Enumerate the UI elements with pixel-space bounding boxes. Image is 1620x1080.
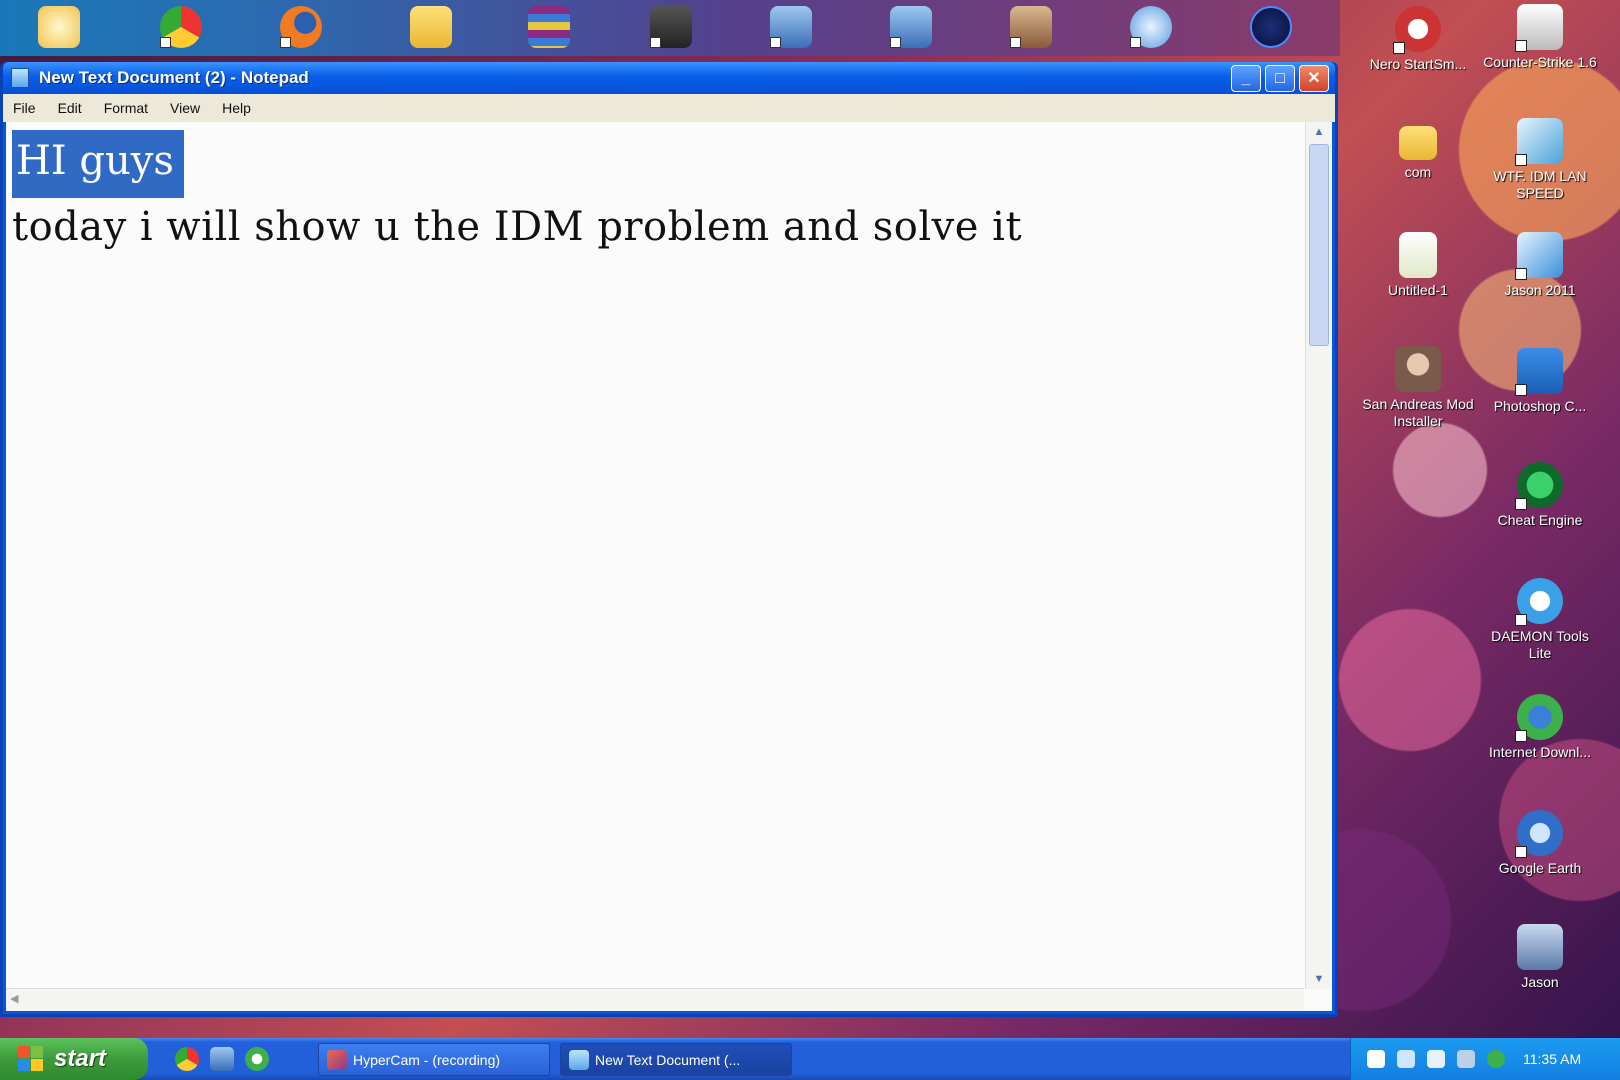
video-icon bbox=[1515, 232, 1563, 280]
half-life-icon[interactable] bbox=[1250, 6, 1292, 48]
desktop-icon-idm-lan-speed[interactable]: WTF. IDM LAN SPEED bbox=[1480, 118, 1600, 202]
start-label: start bbox=[54, 1045, 107, 1072]
system-tray: 11:35 AM bbox=[1350, 1038, 1620, 1080]
minimize-icon: _ bbox=[1241, 69, 1251, 87]
menu-format[interactable]: Format bbox=[104, 100, 148, 116]
desktop-icon-label: DAEMON Tools Lite bbox=[1491, 628, 1589, 661]
desktop-icon-jason[interactable]: Jason bbox=[1480, 924, 1600, 991]
top-launch-bar bbox=[0, 0, 1340, 56]
daemon-tools-icon bbox=[1515, 578, 1563, 626]
google-earth-icon bbox=[1515, 810, 1563, 858]
notepad-icon bbox=[569, 1050, 589, 1070]
nero-icon bbox=[1393, 6, 1441, 54]
menu-file[interactable]: File bbox=[13, 100, 36, 116]
help-icon[interactable] bbox=[1367, 1050, 1385, 1068]
selected-text: HI guys bbox=[12, 130, 184, 198]
desktop-icon-label: WTF. IDM LAN SPEED bbox=[1493, 168, 1587, 201]
photo-icon bbox=[1517, 924, 1563, 970]
menu-view[interactable]: View bbox=[170, 100, 200, 116]
title-bar[interactable]: New Text Document (2) - Notepad _ □ ✕ bbox=[3, 62, 1335, 94]
cheat-engine-icon bbox=[1515, 462, 1563, 510]
desktop-icon-counter-strike[interactable]: Counter-Strike 1.6 bbox=[1480, 4, 1600, 71]
menu-help[interactable]: Help bbox=[222, 100, 251, 116]
person-icon bbox=[1395, 346, 1441, 392]
window-title: New Text Document (2) - Notepad bbox=[39, 68, 309, 87]
desktop-icon-google-earth[interactable]: Google Earth bbox=[1480, 810, 1600, 877]
notepad-window: New Text Document (2) - Notepad _ □ ✕ Fi… bbox=[0, 62, 1338, 1017]
minimize-button[interactable]: _ bbox=[1231, 65, 1261, 92]
scroll-left-icon[interactable]: ◀ bbox=[10, 992, 18, 1005]
task-label: New Text Document (... bbox=[595, 1051, 741, 1068]
desktop-icon-label: Untitled-1 bbox=[1388, 282, 1448, 298]
desktop-icon-label: Counter-Strike 1.6 bbox=[1483, 54, 1597, 70]
horizontal-scrollbar[interactable]: ◀ bbox=[6, 988, 1304, 1011]
scroll-up-icon[interactable]: ▲ bbox=[1306, 122, 1332, 142]
scroll-thumb[interactable] bbox=[1309, 144, 1329, 346]
start-button[interactable]: start bbox=[0, 1038, 148, 1080]
volume-icon[interactable] bbox=[1427, 1050, 1445, 1068]
utorrent-icon[interactable] bbox=[245, 1047, 269, 1071]
desktop-icon-label: Jason bbox=[1521, 974, 1559, 990]
text-area[interactable]: HI guys today i will show u the IDM prob… bbox=[6, 122, 1304, 989]
folder-icon[interactable] bbox=[410, 6, 452, 48]
idm-icon bbox=[1515, 694, 1563, 742]
media-icon[interactable] bbox=[650, 6, 692, 48]
hypercam-icon bbox=[327, 1050, 347, 1070]
people-icon[interactable] bbox=[890, 6, 932, 48]
windows-logo-icon bbox=[18, 1046, 44, 1072]
desktop-icon-label: Photoshop C... bbox=[1493, 398, 1587, 414]
desktop-icon-label: Cheat Engine bbox=[1497, 512, 1583, 528]
text-editor[interactable]: HI guys today i will show u the IDM prob… bbox=[6, 122, 1332, 1011]
desktop-icon[interactable] bbox=[210, 1047, 234, 1071]
chrome-icon[interactable] bbox=[160, 6, 202, 48]
utorrent-tray-icon[interactable] bbox=[1487, 1050, 1505, 1068]
idm-speed-icon bbox=[1515, 118, 1563, 166]
desktop-icon-label: Jason 2011 bbox=[1504, 282, 1576, 298]
close-icon: ✕ bbox=[1307, 69, 1321, 87]
task-notepad[interactable]: New Text Document (... bbox=[560, 1043, 792, 1076]
desktop-icon-label: San Andreas Mod Installer bbox=[1362, 396, 1474, 429]
menu-bar: File Edit Format View Help bbox=[3, 94, 1335, 122]
taskbar: start HyperCam - (recording) New Text Do… bbox=[0, 1038, 1620, 1080]
globe-icon[interactable] bbox=[1130, 6, 1172, 48]
text-line: today i will show u the IDM problem and … bbox=[12, 204, 1023, 250]
close-button[interactable]: ✕ bbox=[1299, 65, 1329, 92]
desktop-icon-label: com bbox=[1404, 164, 1432, 180]
desktop-icon-nero[interactable]: Nero StartSm... bbox=[1358, 6, 1478, 73]
desktop-icon-label: Google Earth bbox=[1498, 860, 1582, 876]
desktop-icon-untitled[interactable]: Untitled-1 bbox=[1358, 232, 1478, 299]
folder-icon bbox=[1399, 126, 1437, 160]
task-label: HyperCam - (recording) bbox=[353, 1051, 501, 1068]
vertical-scrollbar[interactable]: ▲ ▼ bbox=[1305, 122, 1332, 989]
winrar-icon[interactable] bbox=[528, 6, 570, 48]
scroll-down-icon[interactable]: ▼ bbox=[1306, 969, 1332, 989]
photoshop-icon bbox=[1515, 348, 1563, 396]
chrome-icon[interactable] bbox=[175, 1047, 199, 1071]
desktop-icon-com[interactable]: com bbox=[1358, 120, 1478, 181]
people-icon[interactable] bbox=[770, 6, 812, 48]
desktop-icon-label: Nero StartSm... bbox=[1369, 56, 1467, 72]
maximize-button[interactable]: □ bbox=[1265, 65, 1295, 92]
desktop-icon-jason-2011[interactable]: Jason 2011 bbox=[1480, 232, 1600, 299]
desktop-icon-label: Internet Downl... bbox=[1489, 744, 1591, 760]
maximize-icon: □ bbox=[1275, 69, 1285, 87]
counter-strike-icon bbox=[1515, 4, 1563, 52]
network-icon[interactable] bbox=[1397, 1050, 1415, 1068]
antivirus-icon[interactable] bbox=[1457, 1050, 1475, 1068]
desktop-icon-san-andreas[interactable]: San Andreas Mod Installer bbox=[1358, 346, 1478, 430]
messenger-icon[interactable] bbox=[38, 6, 80, 48]
desktop-icon-photoshop[interactable]: Photoshop C... bbox=[1480, 348, 1600, 415]
firefox-icon[interactable] bbox=[280, 6, 322, 48]
task-hypercam[interactable]: HyperCam - (recording) bbox=[318, 1043, 550, 1076]
desktop-icon-daemon-tools[interactable]: DAEMON Tools Lite bbox=[1480, 578, 1600, 662]
clock[interactable]: 11:35 AM bbox=[1523, 1051, 1581, 1067]
document-icon bbox=[1399, 232, 1437, 278]
desktop-icon-internet-download[interactable]: Internet Downl... bbox=[1480, 694, 1600, 761]
desktop-icon-cheat-engine[interactable]: Cheat Engine bbox=[1480, 462, 1600, 529]
menu-edit[interactable]: Edit bbox=[58, 100, 82, 116]
notepad-icon bbox=[11, 68, 29, 88]
game-icon[interactable] bbox=[1010, 6, 1052, 48]
